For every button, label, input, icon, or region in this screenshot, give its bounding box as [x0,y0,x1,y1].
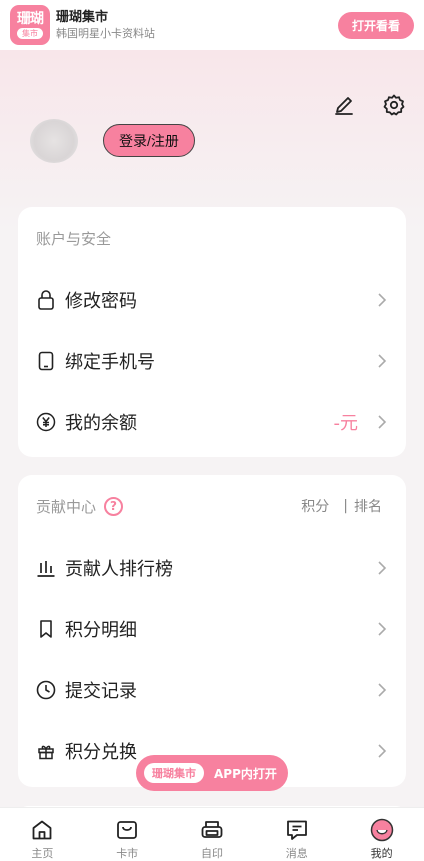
list-item-bind-phone[interactable]: 绑定手机号 [18,330,406,391]
nav-item-messages[interactable]: 消息 [255,818,339,861]
pill-text: APP内打开 [214,766,277,781]
yen-icon [36,412,56,432]
lock-icon [36,289,56,310]
chevron-right-icon [376,292,388,308]
account-security-card: 账户与安全 修改密码 绑定手机号 我的余额 -元 [18,207,406,457]
nav-label: 自印 [200,847,223,860]
tab-rank[interactable]: 排名 [354,496,382,516]
list-item-label: 提交记录 [65,680,137,702]
bookmark-icon [36,619,56,639]
gear-icon[interactable] [382,93,406,117]
gift-icon [36,741,56,761]
nav-label: 卡市 [116,847,139,860]
tab-separator: | [343,498,348,514]
list-item-points-detail[interactable]: 积分明细 [18,598,406,659]
list-item-label: 我的余额 [65,412,137,434]
message-icon [285,818,309,842]
pencil-icon[interactable] [332,93,356,117]
nav-label: 主页 [31,847,54,860]
profile-face-icon [370,818,394,842]
phone-icon [36,351,56,371]
app-logo-text: 珊瑚 [17,11,44,27]
open-in-app-pill[interactable]: 珊瑚集市 APP内打开 [136,755,288,791]
clock-icon [36,680,56,700]
login-register-button[interactable]: 登录/注册 [103,124,195,157]
chevron-right-icon [376,353,388,369]
bottom-nav: 主页 卡市 自印 消息 我的 [0,807,424,861]
bar-chart-icon [36,558,56,578]
list-item-label: 积分明细 [65,619,137,641]
nav-item-self-print[interactable]: 自印 [170,818,254,861]
list-item-label: 绑定手机号 [65,351,155,373]
nav-item-home[interactable]: 主页 [0,818,84,861]
list-item-leaderboard[interactable]: 贡献人排行榜 [18,537,406,598]
printer-icon [200,818,224,842]
list-item-submission-history[interactable]: 提交记录 [18,659,406,720]
app-logo-subtext: 集市 [17,28,43,39]
app-logo: 珊瑚 集市 [10,5,50,45]
bag-icon [115,818,139,842]
app-download-banner: 珊瑚 集市 珊瑚集市 韩国明星小卡资料站 打开看看 [0,0,424,50]
chevron-right-icon [376,560,388,576]
list-item-label: 修改密码 [65,290,137,312]
nav-label: 消息 [285,847,308,860]
balance-value: -元 [333,412,359,434]
chevron-right-icon [376,621,388,637]
banner-subtitle: 韩国明星小卡资料站 [56,27,155,40]
help-icon[interactable]: ? [104,496,124,516]
section-title: 贡献中心 [36,497,97,516]
contribution-center-card: 贡献中心 ? 积分 | 排名 贡献人排行榜 积分明细 提交记录 积分兑换 [18,475,406,787]
tab-points[interactable]: 积分 [301,496,329,516]
list-item-change-password[interactable]: 修改密码 [18,269,406,330]
banner-title: 珊瑚集市 [56,10,109,25]
home-icon [30,818,54,842]
pill-brand: 珊瑚集市 [144,763,204,783]
list-item-label: 贡献人排行榜 [65,558,173,580]
nav-item-mine[interactable]: 我的 [340,818,424,861]
chevron-right-icon [376,743,388,759]
nav-item-card-market[interactable]: 卡市 [85,818,169,861]
nav-label: 我的 [370,847,393,860]
avatar[interactable] [30,119,78,163]
open-app-button[interactable]: 打开看看 [337,11,414,39]
chevron-right-icon [376,414,388,430]
list-item-label: 积分兑换 [65,741,137,763]
chevron-right-icon [376,682,388,698]
list-item-balance[interactable]: 我的余额 -元 [18,391,406,452]
section-title: 账户与安全 [36,229,112,248]
